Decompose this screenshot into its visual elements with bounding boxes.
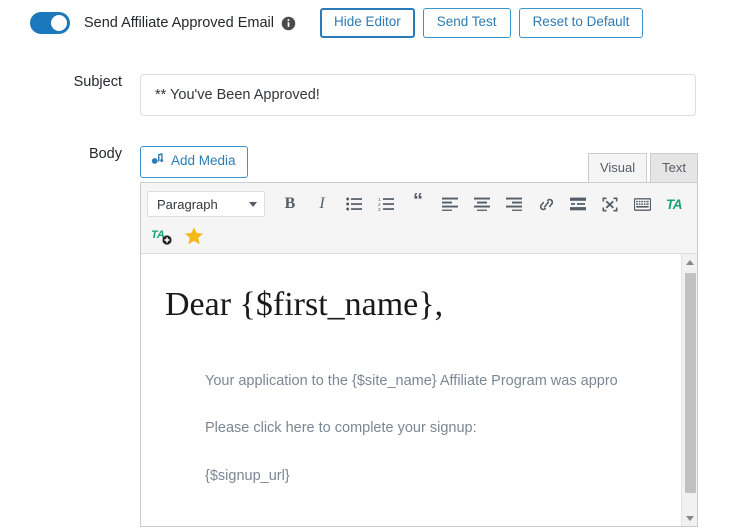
fullscreen-icon[interactable] <box>595 190 625 218</box>
paragraph-format-select[interactable]: Paragraph <box>147 191 265 217</box>
align-left-icon[interactable] <box>435 190 465 218</box>
keyboard-shortcuts-icon[interactable] <box>627 190 657 218</box>
add-media-icon <box>150 152 165 171</box>
insert-link-icon[interactable] <box>531 190 561 218</box>
tab-text[interactable]: Text <box>650 153 698 182</box>
email-paragraph-1: Your application to the {$site_name} Aff… <box>205 372 618 389</box>
star-icon[interactable] <box>179 222 209 250</box>
add-media-label: Add Media <box>171 153 236 168</box>
bulleted-list-icon[interactable] <box>339 190 369 218</box>
tab-visual[interactable]: Visual <box>587 153 648 182</box>
email-greeting-heading: Dear {$first_name}, <box>165 286 444 323</box>
editor-toolbar: Paragraph B I 1 2 3 “ TA TA <box>141 183 697 254</box>
send-affiliate-approved-email-label: Send Affiliate Approved Email <box>84 15 274 31</box>
editor-scrollbar[interactable] <box>681 254 697 526</box>
editor-toolbar-row-2: TA <box>147 221 693 251</box>
email-settings-header: Send Affiliate Approved Email Hide Edito… <box>0 0 734 46</box>
tinymce-advanced-add-icon[interactable]: TA <box>147 222 177 250</box>
editor-content-area[interactable]: Dear {$first_name}, Your application to … <box>141 254 697 526</box>
add-media-button[interactable]: Add Media <box>140 146 248 178</box>
scroll-up-arrow-icon[interactable] <box>682 254 697 270</box>
email-action-buttons: Hide Editor Send Test Reset to Default <box>319 8 644 38</box>
editor-top-bar: Add Media Visual Text <box>140 146 698 182</box>
svg-text:3: 3 <box>378 207 381 211</box>
body-label: Body <box>88 146 122 162</box>
subject-field-row: Subject <box>0 74 734 116</box>
email-paragraph-2: Please click here to complete your signu… <box>205 420 477 437</box>
paragraph-format-value: Paragraph <box>157 196 218 212</box>
align-center-icon[interactable] <box>467 190 497 218</box>
subject-label: Subject <box>73 74 122 90</box>
email-body-document: Dear {$first_name}, Your application to … <box>141 254 697 488</box>
toolbar-toggle-icon[interactable]: TA <box>659 190 689 218</box>
email-paragraph-3: {$signup_url} <box>205 468 290 484</box>
body-editor: Add Media Visual Text Paragraph B I 1 2 … <box>140 146 698 527</box>
blockquote-icon[interactable]: “ <box>403 187 433 221</box>
numbered-list-icon[interactable]: 1 2 3 <box>371 190 401 218</box>
info-icon[interactable] <box>281 16 296 31</box>
editor-mode-tabs: Visual Text <box>587 153 698 182</box>
toolbar-toggle-label: TA <box>666 196 683 212</box>
send-affiliate-approved-email-toggle[interactable] <box>30 12 70 34</box>
editor-container: Paragraph B I 1 2 3 “ TA TA Dear {$first… <box>140 182 698 527</box>
hide-editor-button[interactable]: Hide Editor <box>319 8 415 38</box>
subject-input[interactable] <box>140 74 696 116</box>
editor-toolbar-row-1: Paragraph B I 1 2 3 “ TA <box>147 187 693 221</box>
chevron-down-icon <box>249 201 257 207</box>
bold-icon[interactable]: B <box>275 190 305 218</box>
scrollbar-thumb[interactable] <box>685 273 696 493</box>
scroll-down-arrow-icon[interactable] <box>682 510 697 526</box>
reset-to-default-button[interactable]: Reset to Default <box>518 8 644 38</box>
body-field-row: Body Add Media Visual Text Paragraph B I… <box>0 146 734 527</box>
italic-icon[interactable]: I <box>307 190 337 218</box>
send-test-button[interactable]: Send Test <box>422 8 511 38</box>
toggle-knob <box>51 15 67 31</box>
align-right-icon[interactable] <box>499 190 529 218</box>
insert-read-more-icon[interactable] <box>563 190 593 218</box>
